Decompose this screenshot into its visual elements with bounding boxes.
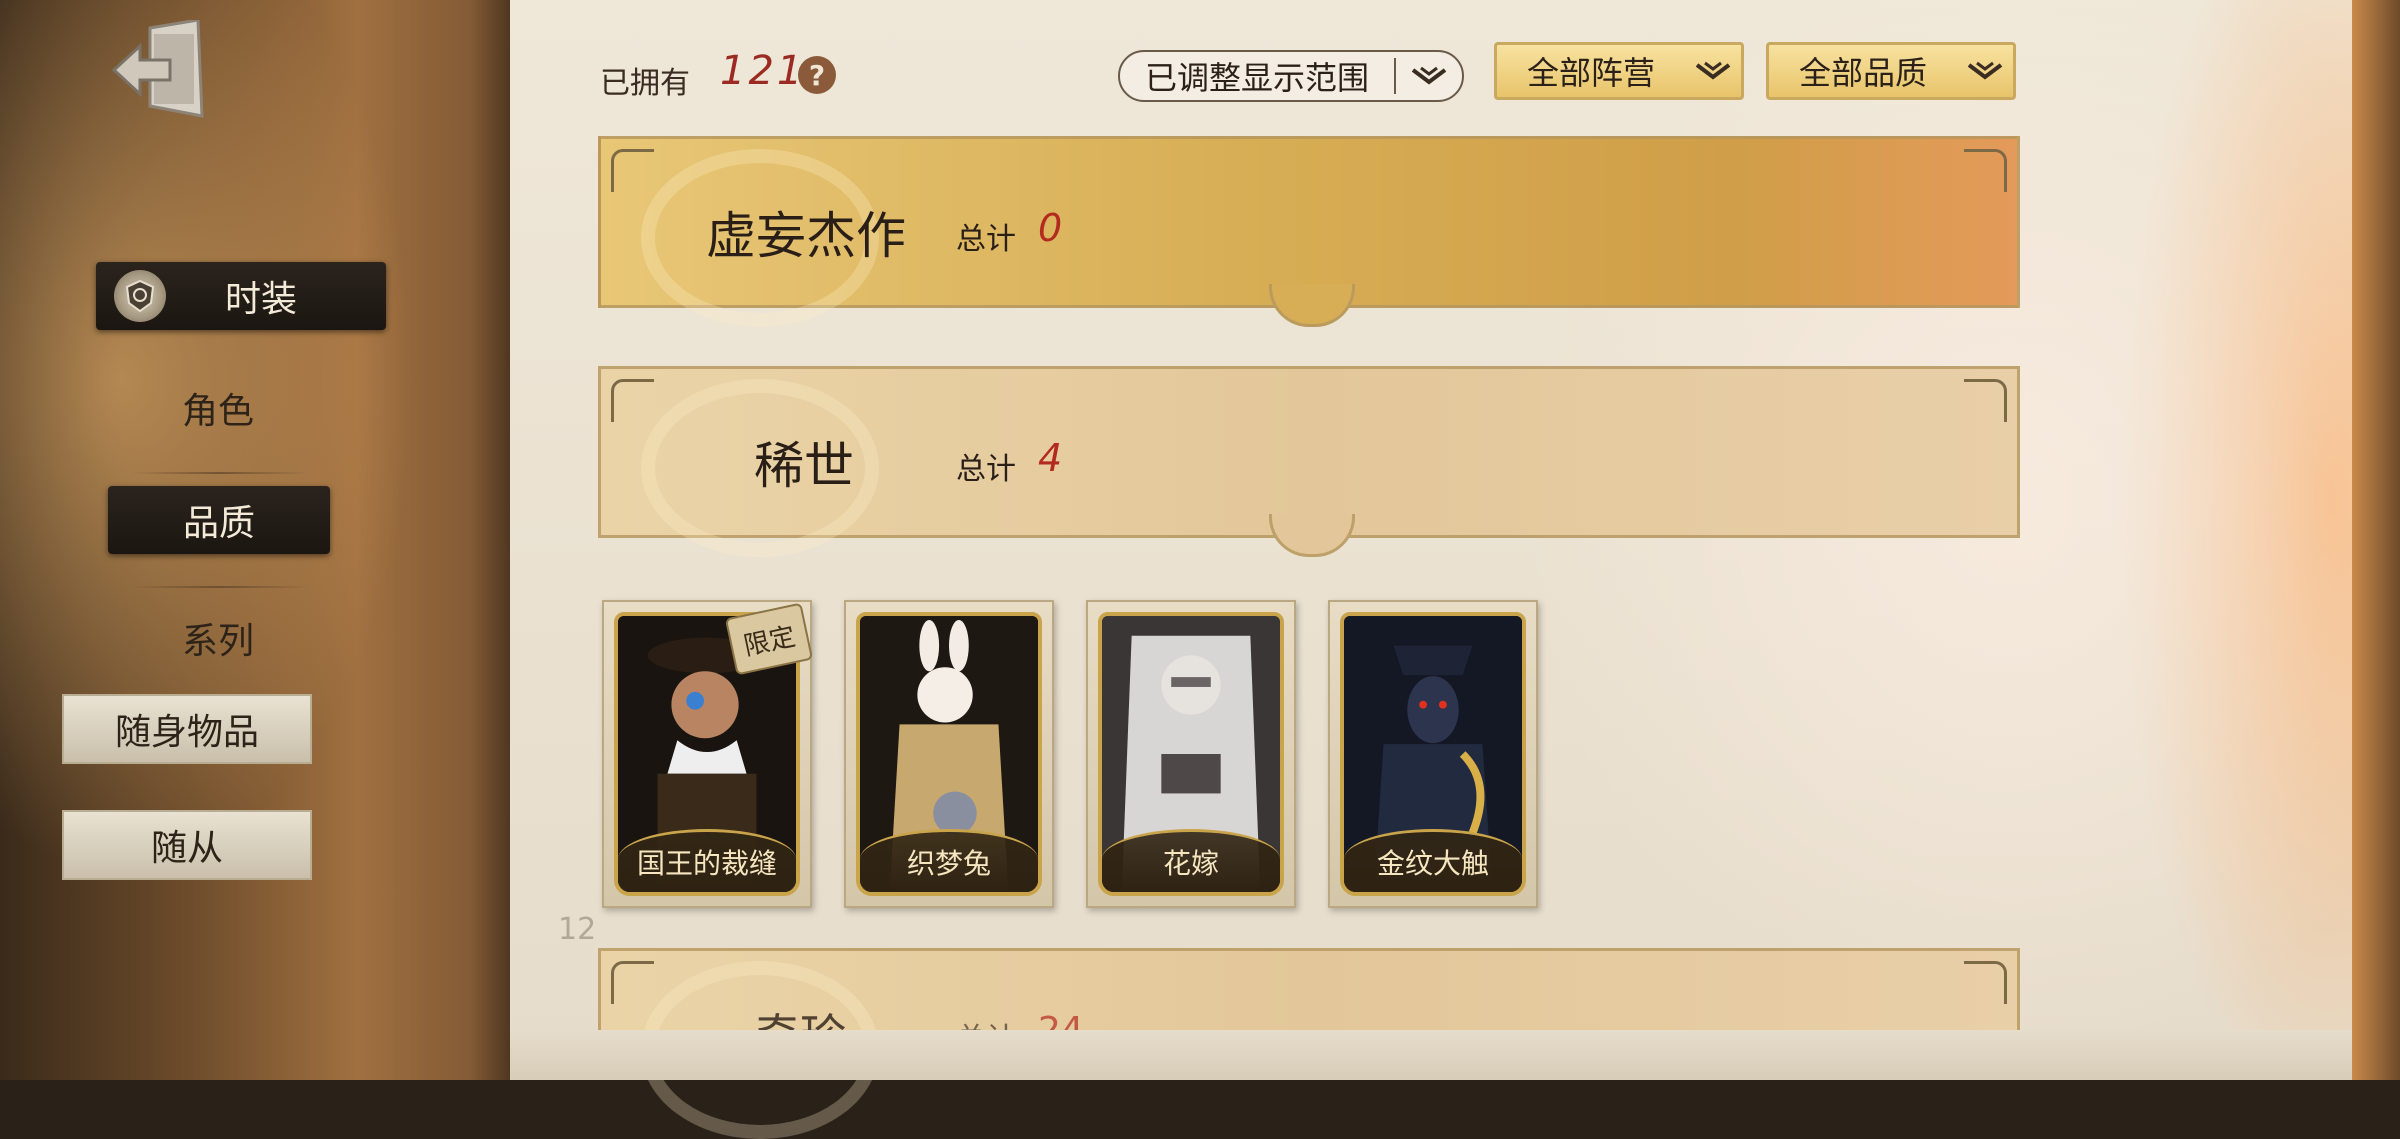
sidebar-item-character[interactable]: 角色 <box>108 378 328 438</box>
banner-corner-ornament <box>1964 149 2007 192</box>
section-total-value: 0 <box>1038 206 1063 250</box>
costume-card[interactable]: 花嫁 <box>1086 600 1296 908</box>
sidebar-item-fashion[interactable]: 时装 <box>96 262 386 330</box>
sidebar-item-pet[interactable]: 随从 <box>62 810 312 880</box>
chevron-down-icon <box>1396 66 1462 86</box>
section-total-label: 总计 <box>956 222 1016 257</box>
exit-button[interactable] <box>108 18 208 122</box>
crest-icon <box>114 270 166 322</box>
sidebar-item-label: 时装 <box>224 279 297 320</box>
card-name: 国王的裁缝 <box>618 829 796 892</box>
card-frame: 花嫁 <box>1098 612 1284 896</box>
divider <box>130 472 310 474</box>
section-total-label: 总计 <box>956 452 1016 487</box>
owned-label: 已拥有 <box>600 66 690 101</box>
banner-corner-ornament <box>1964 961 2007 1004</box>
card-name: 花嫁 <box>1102 829 1280 892</box>
sidebar-item-label: 随身物品 <box>114 712 259 753</box>
sidebar-item-label: 系列 <box>181 621 254 662</box>
camp-filter-dropdown[interactable]: 全部阵营 <box>1494 42 1744 100</box>
card-frame: 织梦兔 <box>856 612 1042 896</box>
sidebar-item-series[interactable]: 系列 <box>108 608 328 668</box>
range-filter-label: 已调整显示范围 <box>1144 59 1369 97</box>
section-total-value: 4 <box>1038 436 1063 480</box>
help-icon[interactable]: ? <box>798 56 836 94</box>
owned-count: 121 <box>720 48 806 94</box>
banner-corner-ornament <box>1964 379 2007 422</box>
card-frame: 金纹大触 <box>1340 612 1526 896</box>
section-title: 稀世 <box>754 437 854 495</box>
section-title: 虚妄杰作 <box>706 207 906 265</box>
page-marker: 12 <box>558 912 597 947</box>
divider <box>130 586 310 588</box>
costume-card[interactable]: 国王的裁缝 限定 <box>602 600 814 908</box>
quality-filter-label: 全部品质 <box>1799 54 1928 92</box>
sidebar-item-label: 角色 <box>181 391 254 432</box>
chevron-down-icon <box>1685 61 1741 81</box>
sidebar-item-quality[interactable]: 品质 <box>108 486 330 554</box>
panel-bottom-edge <box>510 1030 2352 1080</box>
card-name: 金纹大触 <box>1344 829 1522 892</box>
panel-edge <box>2352 0 2400 1080</box>
chevron-down-icon <box>1957 61 2013 81</box>
sidebar-item-label: 品质 <box>182 503 255 544</box>
banner-corner-ornament <box>611 379 654 422</box>
costume-card[interactable]: 金纹大触 <box>1328 600 1538 908</box>
sidebar-item-accessories[interactable]: 随身物品 <box>62 694 312 764</box>
quality-filter-dropdown[interactable]: 全部品质 <box>1766 42 2016 100</box>
costume-card[interactable]: 织梦兔 <box>844 600 1054 908</box>
card-name: 织梦兔 <box>860 829 1038 892</box>
sidebar-item-label: 随从 <box>150 828 223 869</box>
banner-corner-ornament <box>611 961 654 1004</box>
sidebar: 时装 角色 品质 系列 随身物品 随从 <box>0 0 510 1080</box>
range-filter-dropdown[interactable]: 已调整显示范围 <box>1118 50 1464 102</box>
camp-filter-label: 全部阵营 <box>1527 54 1656 92</box>
exit-icon <box>111 20 204 118</box>
banner-corner-ornament <box>611 149 654 192</box>
